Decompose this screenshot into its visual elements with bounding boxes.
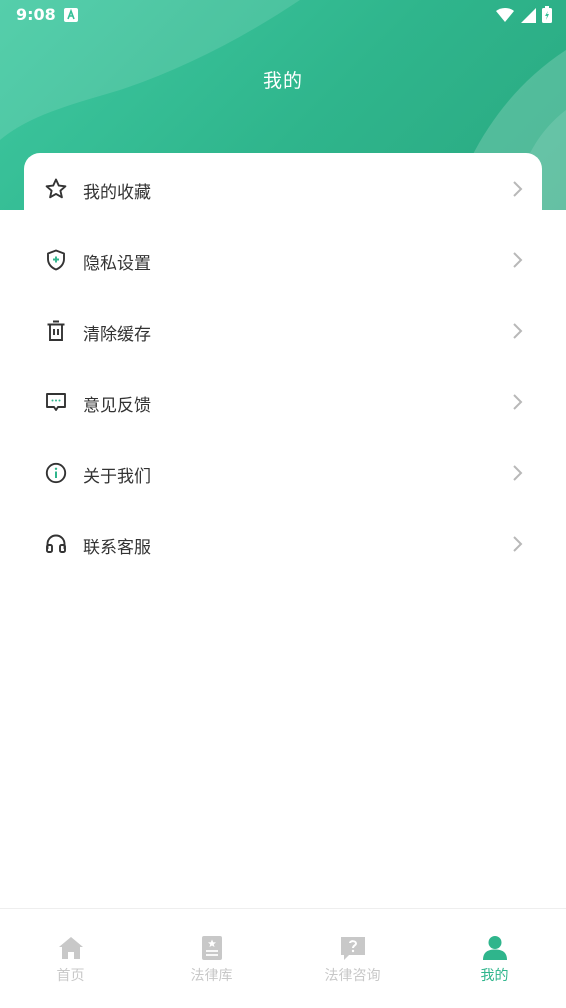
menu-item-privacy[interactable]: 隐私设置 <box>0 224 566 295</box>
status-bar: 9:08 <box>0 0 566 30</box>
tab-mine[interactable]: 我的 <box>424 909 565 1008</box>
tab-law-library[interactable]: 法律库 <box>141 909 282 1008</box>
menu-item-label: 联系客服 <box>83 538 151 558</box>
signal-icon <box>521 7 536 23</box>
chevron-right-icon <box>513 323 523 339</box>
bottom-tab-bar: 首页 法律库 法律咨询 我的 <box>0 908 566 1008</box>
menu-item-clear-cache[interactable]: 清除缓存 <box>0 295 566 366</box>
tab-label: 法律咨询 <box>324 968 381 984</box>
battery-icon <box>542 6 552 23</box>
question-icon <box>341 937 365 960</box>
chevron-right-icon <box>513 536 523 552</box>
message-icon <box>46 393 66 411</box>
settings-menu: 我的收藏 隐私设置 清除缓存 意见反馈 关于我们 联系客服 <box>0 153 566 579</box>
menu-item-label: 清除缓存 <box>83 325 151 345</box>
chevron-right-icon <box>513 181 523 197</box>
notification-a-icon <box>64 8 78 22</box>
menu-item-about[interactable]: 关于我们 <box>0 437 566 508</box>
trash-icon <box>47 320 65 341</box>
headset-icon <box>46 534 66 553</box>
menu-item-feedback[interactable]: 意见反馈 <box>0 366 566 437</box>
menu-item-label: 隐私设置 <box>83 254 151 274</box>
tab-label: 我的 <box>480 968 509 984</box>
wifi-icon <box>496 7 514 22</box>
chevron-right-icon <box>513 465 523 481</box>
info-icon <box>45 462 67 484</box>
status-time: 9:08 <box>16 5 56 24</box>
menu-item-label: 关于我们 <box>83 467 151 487</box>
shield-icon <box>47 249 65 271</box>
tab-label: 首页 <box>56 968 85 984</box>
menu-item-favorites[interactable]: 我的收藏 <box>0 153 566 224</box>
menu-item-label: 意见反馈 <box>83 396 151 416</box>
page-title: 我的 <box>262 70 303 92</box>
user-icon <box>483 936 507 960</box>
chevron-right-icon <box>513 252 523 268</box>
menu-item-label: 我的收藏 <box>83 183 151 203</box>
home-icon <box>59 937 83 959</box>
tab-home[interactable]: 首页 <box>0 909 141 1008</box>
menu-item-customer-service[interactable]: 联系客服 <box>0 508 566 579</box>
tab-legal-consultation[interactable]: 法律咨询 <box>282 909 423 1008</box>
star-icon <box>45 178 67 199</box>
book-icon <box>202 936 222 960</box>
tab-label: 法律库 <box>190 968 233 984</box>
chevron-right-icon <box>513 394 523 410</box>
